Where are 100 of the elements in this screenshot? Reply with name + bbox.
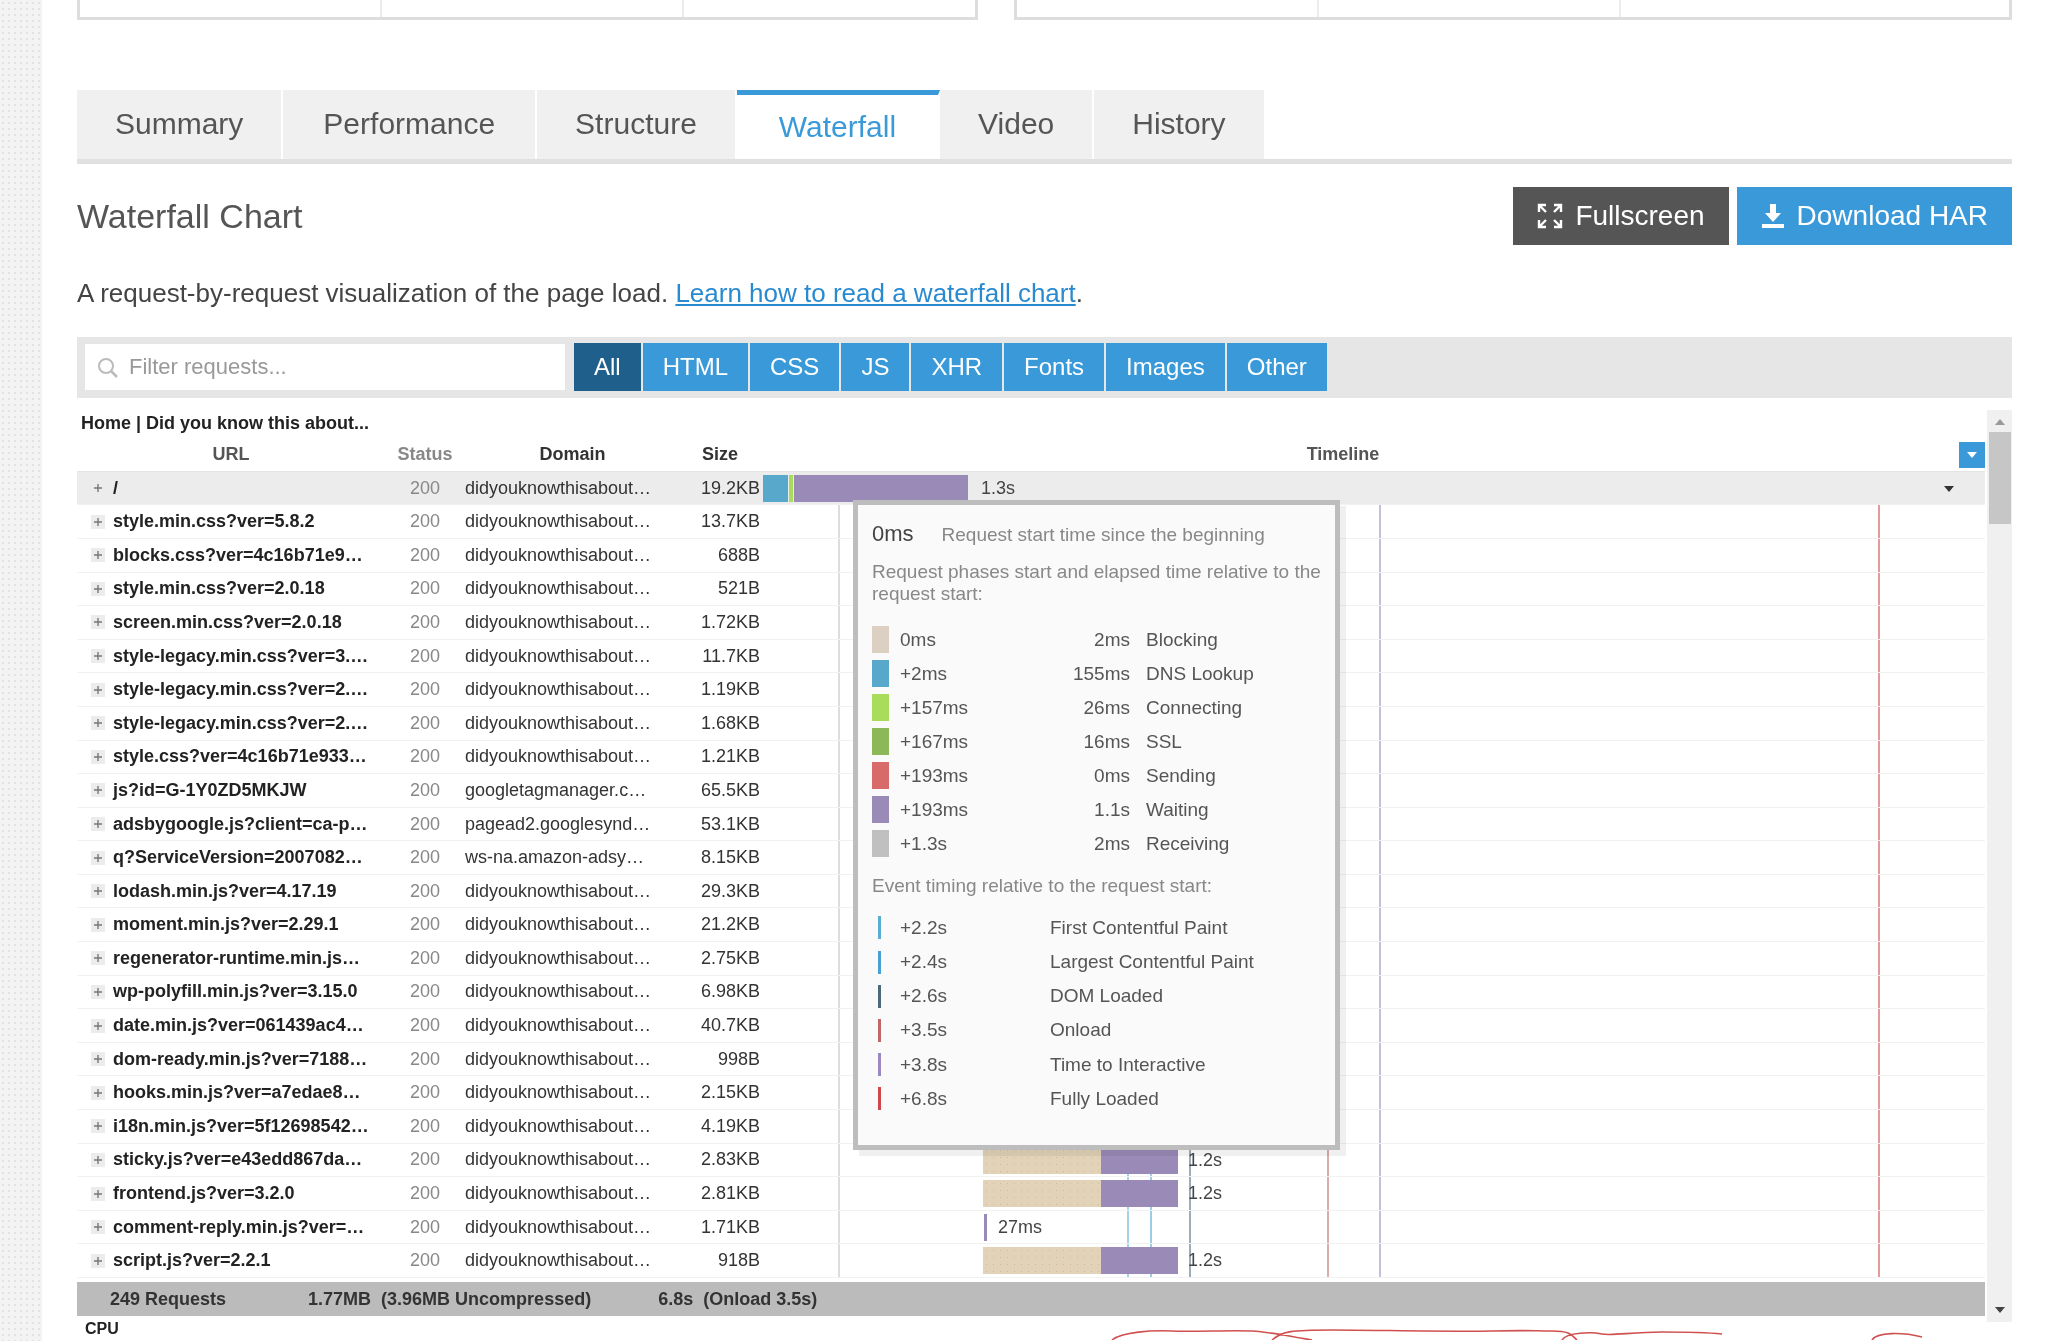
phase-name: Sending [1146, 764, 1216, 787]
url-text: style-legacy.min.css?ver=2.… [113, 712, 369, 734]
expand-icon[interactable] [91, 1119, 105, 1134]
domain-text: didyouknowthisabout… [465, 578, 652, 599]
timing-bar [984, 1213, 987, 1241]
status-text: 200 [409, 813, 440, 834]
expand-icon[interactable] [91, 1018, 105, 1033]
url-text: style-legacy.min.css?ver=2.… [113, 679, 369, 701]
expand-icon[interactable] [91, 1052, 105, 1067]
expand-icon[interactable] [91, 514, 105, 529]
request-row[interactable]: script.js?ver=2.2.1 200 didyouknowthisabout… 918B 1.2s [77, 1244, 1985, 1278]
tab[interactable]: Video [940, 90, 1095, 159]
expand-icon[interactable] [91, 581, 105, 596]
expand-icon[interactable] [91, 1152, 105, 1167]
expand-icon[interactable] [91, 1220, 105, 1235]
load-time: 6.8s (Onload 3.5s) [658, 1288, 818, 1310]
status-text: 200 [409, 1115, 440, 1136]
url-text: style.min.css?ver=2.0.18 [113, 578, 325, 600]
status-text: 200 [409, 1250, 440, 1271]
event-name: Fully Loaded [1050, 1087, 1159, 1110]
expand-icon[interactable] [91, 917, 105, 932]
request-row[interactable]: comment-reply.min.js?ver=… 200 didyouknowthisabout… 1.71KB 27ms [77, 1210, 1985, 1245]
domain-text: didyouknowthisabout… [465, 544, 652, 565]
expand-icon[interactable] [91, 1186, 105, 1201]
status-text: 200 [409, 477, 440, 498]
events-caption: Event timing relative to the request start: [872, 874, 1214, 897]
column-header: Domain [538, 443, 607, 465]
status-text: 200 [409, 847, 440, 868]
expand-icon[interactable] [91, 850, 105, 865]
duration-text: 1.2s [1188, 1250, 1223, 1272]
scroll-down-icon[interactable] [1993, 1305, 2006, 1314]
size-text: 521B [717, 578, 760, 599]
domain-text: didyouknowthisabout… [465, 1015, 652, 1036]
scroll-thumb[interactable] [1988, 431, 2011, 524]
url-text: sticky.js?ver=e43edd867da… [113, 1149, 363, 1171]
event-time: +2.4s [900, 951, 948, 974]
columns-menu-button[interactable] [1959, 441, 1985, 468]
expand-icon[interactable] [91, 984, 105, 999]
expand-icon[interactable] [91, 951, 105, 966]
phase-start: +193ms [900, 764, 970, 787]
expand-icon[interactable] [91, 615, 105, 630]
url-text: screen.min.css?ver=2.0.18 [113, 611, 342, 633]
expand-icon[interactable] [91, 817, 105, 831]
status-text: 200 [409, 947, 440, 968]
phase-duration: 1.1s [1093, 798, 1130, 821]
description: A request-by-request visualization of the page load. Learn how to read a waterfall chart. [77, 277, 1084, 309]
expand-icon[interactable] [91, 649, 105, 664]
phase-name: Receiving [1146, 832, 1230, 855]
url-text: style-legacy.min.css?ver=3.… [113, 645, 369, 667]
event-time: +2.2s [900, 916, 948, 939]
phase-duration: 2ms [1093, 832, 1130, 855]
request-row[interactable]: frontend.js?ver=3.2.0 200 didyouknowthisabout… 2.81KB 1.2s [77, 1177, 1985, 1211]
section-title: Waterfall Chart [77, 196, 303, 236]
expand-icon[interactable] [91, 884, 105, 899]
status-text: 200 [409, 1183, 440, 1204]
size-text: 40.7KB [700, 1015, 760, 1036]
url-text: dom-ready.min.js?ver=7188… [113, 1048, 368, 1070]
help-link[interactable]: Learn how to read a waterfall chart [675, 277, 1076, 308]
tab[interactable]: History [1094, 90, 1266, 159]
expand-icon[interactable] [91, 1253, 105, 1268]
status-text: 200 [409, 1216, 440, 1237]
event-time: +3.5s [900, 1019, 948, 1042]
size-text: 13.7KB [700, 511, 760, 532]
domain-text: didyouknowthisabout… [465, 1216, 652, 1237]
expand-icon[interactable] [91, 682, 105, 697]
expand-icon[interactable] [91, 548, 105, 563]
domain-text: didyouknowthisabout… [465, 1115, 652, 1136]
url-text: i18n.min.js?ver=5f12698542… [113, 1115, 369, 1137]
size-text: 2.81KB [700, 1183, 760, 1204]
expand-icon[interactable] [91, 716, 105, 731]
phase-duration: 2ms [1093, 628, 1130, 651]
scroll-up-icon[interactable] [1993, 417, 2006, 426]
expand-icon[interactable] [91, 783, 105, 798]
size-text: 2.15KB [700, 1082, 760, 1103]
phase-start: +167ms [900, 730, 970, 753]
search-field[interactable]: Filter requests... [85, 344, 565, 391]
size-text: 4.19KB [700, 1115, 760, 1136]
domain-text: didyouknowthisabout… [465, 645, 652, 666]
column-header: Status [396, 443, 454, 465]
request-row[interactable]: / 200 didyouknowthisabout… 19.2KB 1.3s [77, 471, 1985, 506]
phase-duration: 16ms [1082, 730, 1130, 753]
status-text: 200 [409, 679, 440, 700]
url-text: date.min.js?ver=061439ac4… [113, 1015, 364, 1037]
domain-text: googletagmanager.c… [465, 779, 647, 800]
url-text: adsbygoogle.js?client=ca-p… [113, 813, 368, 835]
tab[interactable]: Performance [283, 90, 538, 159]
domain-text: didyouknowthisabout… [465, 1183, 652, 1204]
tab[interactable]: Summary [77, 90, 284, 159]
size-text: 53.1KB [700, 813, 760, 834]
scrollbar[interactable] [1987, 409, 2012, 1322]
fullscreen-button[interactable]: Fullscreen [1513, 187, 1729, 246]
size-text: 918B [717, 1250, 760, 1271]
filter-tab[interactable]: All [574, 343, 643, 392]
url-text: comment-reply.min.js?ver=… [113, 1216, 365, 1238]
tab[interactable]: Structure [537, 90, 737, 159]
url-text: lodash.min.js?ver=4.17.19 [113, 880, 337, 902]
caret-icon[interactable] [1943, 484, 1955, 493]
expand-icon[interactable] [91, 749, 105, 764]
expand-icon[interactable] [91, 1085, 105, 1100]
domain-text: didyouknowthisabout… [465, 880, 652, 901]
